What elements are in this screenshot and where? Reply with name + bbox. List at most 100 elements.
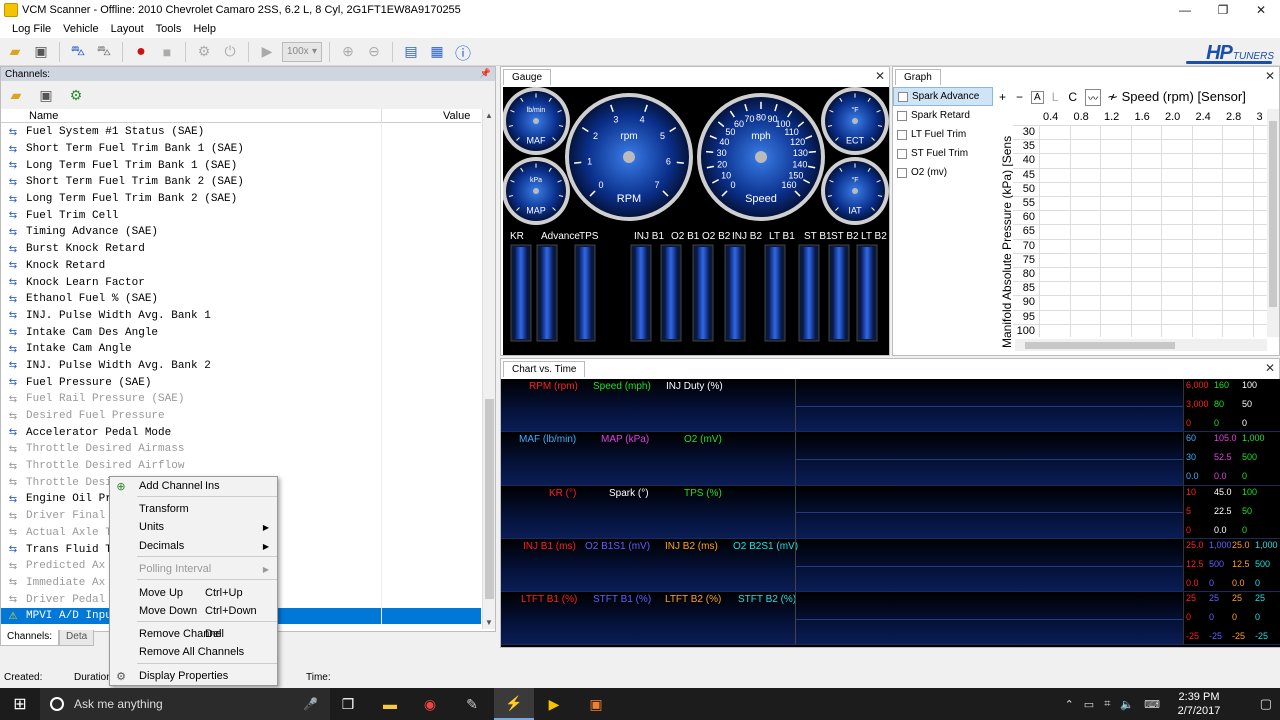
close-button[interactable]: ✕ [1242,0,1280,20]
channel-row[interactable]: ⇆ Desired Fuel Pressure [1,407,481,425]
column-name[interactable]: Name [29,110,58,122]
tab-graph[interactable]: Graph [895,69,941,85]
channel-list-scrollbar[interactable]: ▲ ▼ [482,109,495,629]
chart-close-icon[interactable]: ✕ [1265,361,1275,375]
media-player-icon[interactable]: ▶ [534,688,574,720]
channel-row[interactable]: ⇆ Throttle Desired Airflow [1,457,481,475]
disconnect-vehicle-icon[interactable]: ⛍ [93,41,115,63]
channel-row[interactable]: ⇆ Throttle Desired Airmass [1,441,481,458]
channel-row[interactable]: ⇆ Long Term Fuel Trim Bank 2 (SAE) [1,190,481,208]
channel-row[interactable]: ⇆ Short Term Fuel Trim Bank 1 (SAE) [1,140,481,158]
save-layout-icon[interactable]: ▦ [426,41,448,63]
graph-table-item[interactable]: ST Fuel Trim [893,144,993,163]
keyboard-icon[interactable]: ⌨ [1144,698,1160,711]
zoom-out-icon[interactable]: ⊖ [363,41,385,63]
channel-row[interactable]: ⇆ Fuel System #1 Status (SAE) [1,124,481,141]
record-icon[interactable]: ● [130,41,152,63]
menu-help[interactable]: Help [187,23,222,35]
graph-table-item[interactable]: O2 (mv) [893,163,993,182]
layout-icon[interactable]: ▤ [400,41,422,63]
play-icon[interactable]: ▶ [256,41,278,63]
context-menu-item[interactable]: Move Down Ctrl+Down [110,602,277,620]
open-channels-icon[interactable]: ▰ [5,84,27,106]
menu-tools[interactable]: Tools [150,23,188,35]
context-menu-item[interactable]: Decimals ▶ [110,537,277,555]
stop-icon[interactable]: ■ [156,41,178,63]
column-value[interactable]: Value [443,110,470,122]
channel-row[interactable]: ⇆ Fuel Pressure (SAE) [1,374,481,391]
context-menu-item[interactable]: Remove All Channels [110,643,277,661]
volume-icon[interactable]: 🔈 [1120,698,1134,711]
battery-icon[interactable]: ▭ [1084,698,1094,711]
chrome-icon[interactable]: ◉ [410,688,450,720]
channel-row[interactable]: ⇆ Knock Retard [1,257,481,275]
info-icon[interactable]: ⓘ [452,41,474,63]
vcm-scanner-taskbar-icon[interactable]: ⚡ [494,688,534,720]
channel-row[interactable]: ⇆ Accelerator Pedal Mode [1,424,481,442]
channel-row[interactable]: ⇆ Knock Learn Factor [1,274,481,291]
scroll-down-icon[interactable]: ▼ [485,618,493,627]
task-view-icon[interactable]: ❐ [328,688,368,720]
channel-row[interactable]: ⇆ Fuel Rail Pressure (SAE) [1,391,481,408]
graph-table-item[interactable]: Spark Advance [893,87,993,106]
channel-settings-icon[interactable]: ⚙ [65,84,87,106]
channel-row[interactable]: ⇆ INJ. Pulse Width Avg. Bank 1 [1,307,481,325]
tools-icon[interactable]: ✎ [452,688,492,720]
clock[interactable]: 2:39 PM 2/7/2017 [1164,690,1234,718]
graph-vertical-scrollbar[interactable] [1267,109,1279,337]
power-icon[interactable]: ⏻ [219,41,241,63]
minimize-button[interactable]: — [1166,0,1204,20]
tab-chart-vs-time[interactable]: Chart vs. Time [503,361,586,377]
menu-vehicle[interactable]: Vehicle [57,23,104,35]
graph-table-item[interactable]: LT Fuel Trim [893,125,993,144]
context-menu-item[interactable]: Transform [110,500,277,518]
scroll-thumb[interactable] [1269,121,1277,307]
graph-a-button[interactable]: A [1031,90,1044,104]
channel-row[interactable]: ⇆ Timing Advance (SAE) [1,224,481,241]
channel-row[interactable]: ⇆ Long Term Fuel Trim Bank 1 (SAE) [1,157,481,175]
maximize-button[interactable]: ❐ [1204,0,1242,20]
channel-row[interactable]: ⇆ Fuel Trim Cell [1,207,481,225]
windows-start-icon[interactable]: ⊞ [0,688,40,720]
tab-details[interactable]: Deta [59,630,95,646]
scroll-thumb[interactable] [1025,342,1175,349]
graph-l-button[interactable]: L [1050,90,1061,104]
graph-add-button[interactable]: + [997,90,1008,104]
app-orange-icon[interactable]: ▣ [576,688,616,720]
scroll-up-icon[interactable]: ▲ [485,111,493,120]
connect-vehicle-icon[interactable]: ⛍ [67,41,89,63]
graph-horizontal-scrollbar[interactable] [1015,339,1267,351]
channel-row[interactable]: ⇆ Intake Cam Des Angle [1,324,481,341]
engine-icon[interactable]: ⚙ [193,41,215,63]
graph-remove-button[interactable]: − [1014,90,1025,104]
notifications-icon[interactable]: ▢ [1260,696,1272,712]
chevron-up-icon[interactable]: ⌃ [1065,698,1074,711]
context-menu-item[interactable]: Units ▶ [110,518,277,536]
graph-c-button[interactable]: C [1066,90,1079,104]
channel-row[interactable]: ⇆ Ethanol Fuel % (SAE) [1,290,481,308]
file-explorer-icon[interactable]: ▬ [370,688,410,720]
save-channels-icon[interactable]: ▣ [35,84,57,106]
menu-layout[interactable]: Layout [105,23,150,35]
channel-row[interactable]: ⇆ INJ. Pulse Width Avg. Bank 2 [1,357,481,375]
pin-icon[interactable]: 📌 [480,68,491,79]
context-menu-item[interactable]: Remove Channel Del [110,625,277,643]
graph-table-item[interactable]: Spark Retard [893,106,993,125]
context-menu-item[interactable]: Move Up Ctrl+Up [110,584,277,602]
playback-speed-select[interactable]: 100x ▾ [282,41,322,62]
open-folder-icon[interactable]: ▰ [4,41,26,63]
microphone-icon[interactable]: 🎤 [303,697,318,711]
channel-row[interactable]: ⇆ Intake Cam Angle [1,340,481,358]
channel-row[interactable]: ⇆ Short Term Fuel Trim Bank 2 (SAE) [1,174,481,191]
context-menu-item[interactable]: ⚙ Display Properties [110,667,277,685]
context-menu-item[interactable]: ⊕ Add Channel Ins [110,477,277,495]
tab-gauge[interactable]: Gauge [503,69,552,85]
graph-wave-icon[interactable]: 〰 [1085,88,1102,106]
graph-close-icon[interactable]: ✕ [1265,69,1275,83]
save-icon[interactable]: ▣ [30,41,52,63]
channel-row[interactable]: ⇆ Burst Knock Retard [1,240,481,258]
scroll-thumb[interactable] [485,399,494,599]
gauge-close-icon[interactable]: ✕ [875,69,885,83]
tab-channels[interactable]: Channels: [0,630,60,646]
menu-log-file[interactable]: Log File [6,23,57,35]
